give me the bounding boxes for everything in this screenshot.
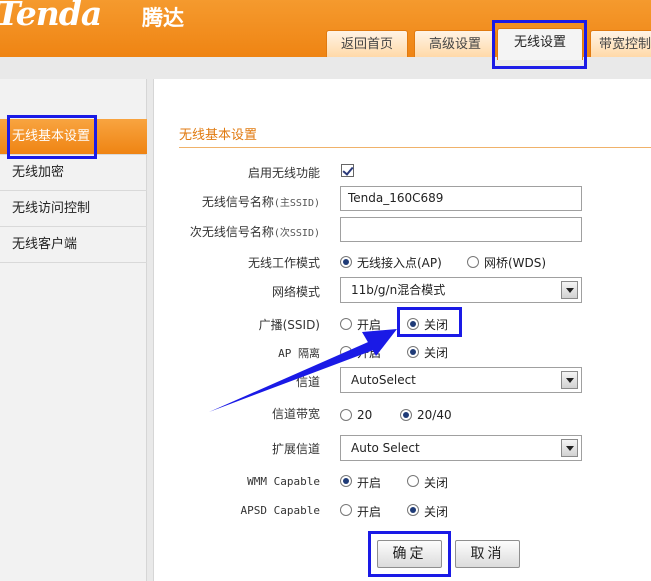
net-mode-select[interactable]: 11b/g/n混合模式 (340, 277, 582, 303)
ssid-main-label-text: 无线信号名称 (201, 195, 274, 209)
bandwidth-20-radio[interactable] (340, 409, 352, 421)
ext-channel-value: Auto Select (351, 441, 420, 455)
sidebar-item-wireless-clients[interactable]: 无线客户端 (0, 227, 147, 263)
tab-bandwidth-control[interactable]: 带宽控制 (590, 30, 651, 57)
dropdown-arrow-icon (561, 281, 578, 299)
ssid-main-label-sub: (主SSID) (273, 198, 320, 209)
broadcast-on-radio[interactable] (340, 318, 352, 330)
net-mode-label: 网络模式 (271, 285, 320, 299)
tab-advanced-settings[interactable]: 高级设置 (414, 30, 496, 57)
apsd-off-label: 关闭 (424, 505, 449, 519)
work-mode-ap-label: 无线接入点(AP) (357, 256, 442, 270)
ssid-second-label-text: 次无线信号名称 (189, 225, 274, 239)
bandwidth-2040-radio[interactable] (400, 409, 412, 421)
channel-value: AutoSelect (351, 373, 416, 387)
tenda-logo-cn: 腾达 (142, 6, 184, 30)
enable-wireless-checkbox[interactable] (341, 164, 354, 177)
ap-isolation-on-label: 开启 (357, 346, 382, 360)
ssid-second-label-sub: (次SSID) (273, 228, 320, 239)
bandwidth-2040-label: 20/40 (417, 408, 452, 422)
highlight-box-tab (492, 20, 587, 69)
broadcast-on-label: 开启 (357, 318, 382, 332)
ssid-main-label: 无线信号名称(主SSID) (202, 193, 320, 210)
highlight-box-ok (368, 531, 451, 577)
dropdown-arrow-icon (561, 439, 578, 457)
wmm-on-label: 开启 (357, 476, 382, 490)
ap-isolation-off-radio[interactable] (407, 346, 419, 358)
work-mode-label: 无线工作模式 (247, 256, 320, 270)
work-mode-ap-radio[interactable] (340, 256, 352, 268)
apsd-off-radio[interactable] (407, 504, 419, 516)
ssid-main-input[interactable]: Tenda_160C689 (340, 186, 582, 211)
tenda-logo: Tenda (0, 0, 102, 33)
work-mode-wds-radio[interactable] (467, 256, 479, 268)
wmm-off-label: 关闭 (424, 476, 449, 490)
ext-channel-select[interactable]: Auto Select (340, 435, 582, 461)
section-divider (179, 147, 651, 148)
bandwidth-label: 信道带宽 (271, 407, 320, 421)
apsd-on-label: 开启 (357, 505, 382, 519)
net-mode-value: 11b/g/n混合模式 (351, 283, 446, 297)
channel-select[interactable]: AutoSelect (340, 367, 582, 393)
ap-isolation-off-label: 关闭 (424, 346, 449, 360)
sidebar-item-access-control[interactable]: 无线访问控制 (0, 191, 147, 227)
enable-wireless-label: 启用无线功能 (247, 166, 320, 180)
channel-label: 信道 (295, 375, 320, 389)
ap-isolation-on-radio[interactable] (340, 346, 352, 358)
sidebar-item-wireless-security[interactable]: 无线加密 (0, 155, 147, 191)
cancel-button[interactable]: 取消 (455, 540, 520, 568)
apsd-label: APSD Capable (240, 504, 320, 517)
wmm-label: WMM Capable (247, 475, 320, 488)
apsd-on-radio[interactable] (340, 504, 352, 516)
dropdown-arrow-icon (561, 371, 578, 389)
work-mode-wds-label: 网桥(WDS) (484, 256, 547, 270)
ssid-second-input[interactable] (340, 217, 582, 242)
tab-home[interactable]: 返回首页 (326, 30, 408, 57)
highlight-box-broadcast-off (397, 307, 462, 337)
wmm-off-radio[interactable] (407, 475, 419, 487)
bandwidth-20-label: 20 (357, 408, 373, 422)
highlight-box-sidebar (7, 115, 97, 159)
ap-isolation-label: AP 隔离 (278, 347, 320, 360)
wmm-on-radio[interactable] (340, 475, 352, 487)
section-title: 无线基本设置 (179, 128, 258, 143)
ssid-second-label: 次无线信号名称(次SSID) (190, 223, 320, 240)
ext-channel-label: 扩展信道 (271, 442, 320, 456)
broadcast-label: 广播(SSID) (258, 318, 320, 332)
